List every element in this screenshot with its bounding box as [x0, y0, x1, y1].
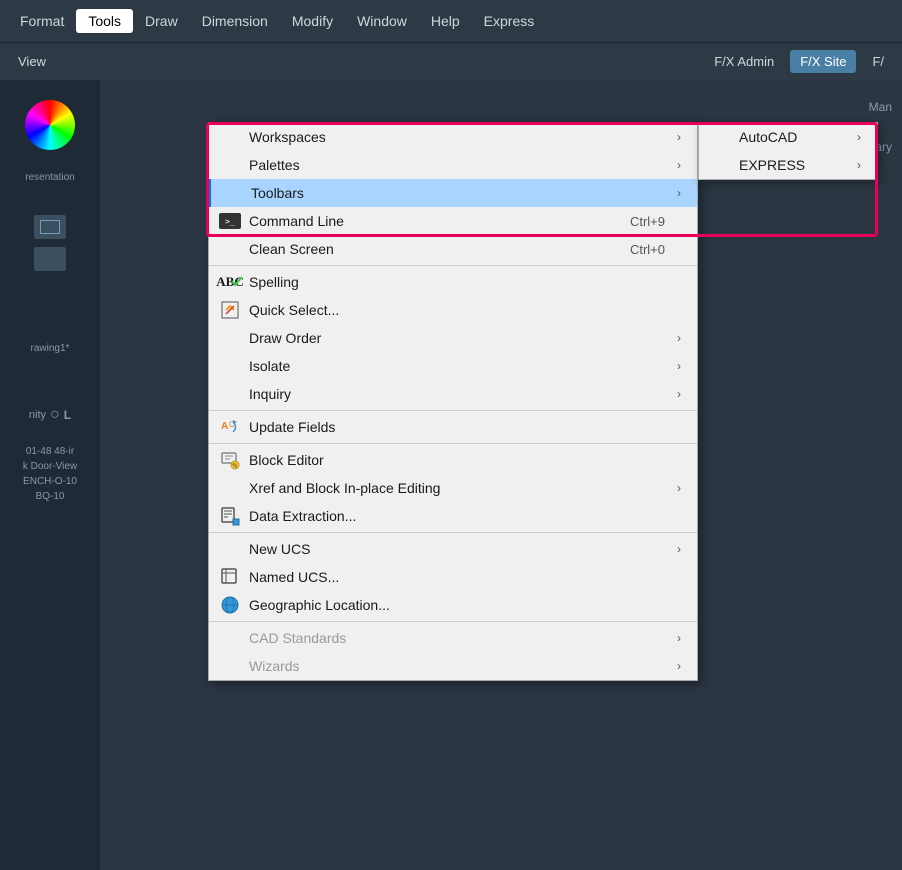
submenu-item-express[interactable]: EXPRESS ›	[699, 151, 877, 179]
menu-item-palettes[interactable]: Palettes ›	[209, 151, 697, 179]
named-ucs-icon	[219, 566, 241, 588]
main-content: Man Library Workspaces › Palettes › Tool…	[100, 80, 902, 870]
cad-standards-arrow: ›	[677, 631, 685, 645]
workspaces-label: Workspaces	[249, 129, 326, 145]
globe-icon	[219, 594, 241, 616]
draw-order-label: Draw Order	[249, 330, 321, 346]
palettes-label: Palettes	[249, 157, 300, 173]
data-extraction-icon	[219, 505, 241, 527]
divider-5	[209, 621, 697, 622]
clean-screen-shortcut: Ctrl+0	[630, 242, 685, 257]
named-ucs-label: Named UCS...	[249, 569, 339, 585]
update-fields-icon: A C	[219, 416, 241, 438]
autocad-label: AutoCAD	[739, 129, 797, 145]
color-wheel-icon	[25, 100, 75, 150]
menu-item-wizards[interactable]: Wizards ›	[209, 652, 697, 680]
new-ucs-arrow: ›	[677, 542, 685, 556]
toolbar-icon-1	[34, 215, 66, 239]
command-line-label: Command Line	[249, 213, 344, 229]
block-editor-icon: ✎	[219, 449, 241, 471]
menu-item-draw-order[interactable]: Draw Order ›	[209, 324, 697, 352]
wizards-arrow: ›	[677, 659, 685, 673]
menu-bar: Format Tools Draw Dimension Modify Windo…	[0, 0, 902, 42]
right-label-man: Man	[869, 100, 892, 114]
express-arrow: ›	[857, 158, 865, 172]
divider-1	[209, 265, 697, 266]
xref-editing-label: Xref and Block In-place Editing	[249, 480, 440, 496]
menu-format[interactable]: Format	[8, 9, 76, 33]
new-ucs-label: New UCS	[249, 541, 310, 557]
menu-item-isolate[interactable]: Isolate ›	[209, 352, 697, 380]
menu-item-spelling[interactable]: ABC Spelling	[209, 268, 697, 296]
quick-select-icon	[219, 299, 241, 321]
menu-item-quick-select[interactable]: Quick Select...	[209, 296, 697, 324]
menu-help[interactable]: Help	[419, 9, 472, 33]
menu-item-data-extraction[interactable]: Data Extraction...	[209, 502, 697, 530]
submenu-item-autocad[interactable]: AutoCAD ›	[699, 123, 877, 151]
menu-item-named-ucs[interactable]: Named UCS...	[209, 563, 697, 591]
left-sidebar: resentation rawing1* nity ○ L 01-48 48-i…	[0, 80, 100, 870]
data-extraction-label: Data Extraction...	[249, 508, 356, 524]
menu-express[interactable]: Express	[472, 9, 547, 33]
express-label: EXPRESS	[739, 157, 805, 173]
drawing-name: rawing1*	[29, 341, 72, 356]
divider-3	[209, 443, 697, 444]
menu-dimension[interactable]: Dimension	[190, 9, 280, 33]
isolate-label: Isolate	[249, 358, 290, 374]
menu-item-geographic-location[interactable]: Geographic Location...	[209, 591, 697, 619]
menu-modify[interactable]: Modify	[280, 9, 345, 33]
menu-item-command-line[interactable]: >_ Command Line Ctrl+9	[209, 207, 697, 235]
clean-screen-label: Clean Screen	[249, 241, 334, 257]
divider-4	[209, 532, 697, 533]
autocad-arrow: ›	[857, 130, 865, 144]
menu-item-xref-editing[interactable]: Xref and Block In-place Editing ›	[209, 474, 697, 502]
inquiry-label: Inquiry	[249, 386, 291, 402]
isolate-arrow: ›	[677, 359, 685, 373]
tab-view[interactable]: View	[8, 50, 56, 73]
toolbar-icon-2	[34, 247, 66, 271]
menu-item-toolbars[interactable]: Toolbars ›	[209, 179, 697, 207]
menu-item-new-ucs[interactable]: New UCS ›	[209, 535, 697, 563]
wizards-label: Wizards	[249, 658, 300, 674]
spelling-label: Spelling	[249, 274, 299, 290]
workspaces-arrow: ›	[677, 130, 685, 144]
quick-select-label: Quick Select...	[249, 302, 339, 318]
inquiry-arrow: ›	[677, 387, 685, 401]
unit-control: nity ○ L	[29, 406, 71, 424]
tools-dropdown-menu: Workspaces › Palettes › Toolbars › >_	[208, 122, 698, 681]
command-line-icon: >_	[219, 210, 241, 232]
draw-order-arrow: ›	[677, 331, 685, 345]
tab-f[interactable]: F/	[862, 50, 894, 73]
cad-standards-label: CAD Standards	[249, 630, 346, 646]
drawing-label: resentation	[23, 170, 76, 185]
menu-item-cad-standards[interactable]: CAD Standards ›	[209, 624, 697, 652]
toolbars-arrow: ›	[677, 186, 685, 200]
toolbar-row: View F/X Admin F/X Site F/	[0, 42, 902, 80]
menu-item-block-editor[interactable]: ✎ Block Editor	[209, 446, 697, 474]
menu-item-clean-screen[interactable]: Clean Screen Ctrl+0	[209, 235, 697, 263]
command-line-shortcut: Ctrl+9	[630, 214, 685, 229]
svg-text:A: A	[221, 421, 228, 432]
spelling-check-mark	[231, 274, 243, 290]
menu-item-update-fields[interactable]: A C Update Fields	[209, 413, 697, 441]
app-body: resentation rawing1* nity ○ L 01-48 48-i…	[0, 80, 902, 870]
toolbars-label: Toolbars	[251, 185, 304, 201]
svg-text:✎: ✎	[232, 463, 238, 470]
geographic-location-label: Geographic Location...	[249, 597, 390, 613]
menu-draw[interactable]: Draw	[133, 9, 190, 33]
menu-window[interactable]: Window	[345, 9, 419, 33]
bottom-labels: 01-48 48-ir k Door-View ENCH-O-10 BQ-10	[21, 444, 79, 504]
menu-tools[interactable]: Tools	[76, 9, 133, 33]
divider-2	[209, 410, 697, 411]
menu-item-inquiry[interactable]: Inquiry ›	[209, 380, 697, 408]
menu-item-workspaces[interactable]: Workspaces ›	[209, 123, 697, 151]
tab-fx-admin[interactable]: F/X Admin	[704, 50, 784, 73]
update-fields-label: Update Fields	[249, 419, 335, 435]
palettes-arrow: ›	[677, 158, 685, 172]
xref-editing-arrow: ›	[677, 481, 685, 495]
toolbars-submenu: AutoCAD › EXPRESS ›	[698, 122, 878, 180]
tab-fx-site[interactable]: F/X Site	[790, 50, 856, 73]
block-editor-label: Block Editor	[249, 452, 324, 468]
